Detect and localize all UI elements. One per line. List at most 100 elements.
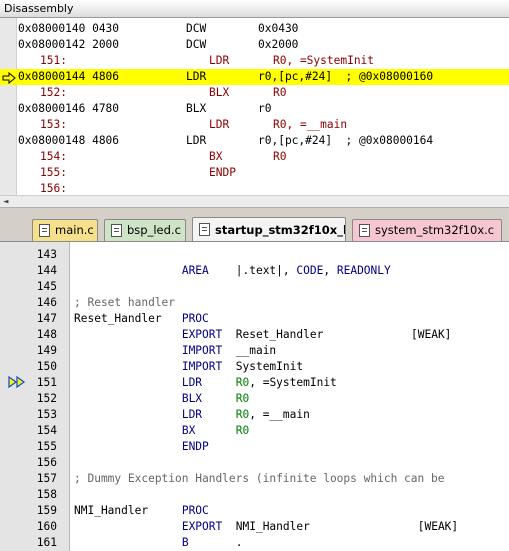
code-line[interactable]: 151 LDR R0, =SystemInit (0, 375, 509, 391)
code-token: NMI_Handler (74, 504, 149, 517)
code-line[interactable]: 154 BX R0 (0, 423, 509, 439)
file-icon (39, 224, 50, 237)
disassembly-text: BLX (186, 102, 207, 115)
disassembly-text: 0x0430 (258, 22, 299, 35)
code-token: AREA (181, 264, 209, 277)
tab-label: startup_stm32f10x_hd.s (215, 223, 345, 237)
disassembly-horizontal-scrollbar[interactable]: ◄ (0, 195, 509, 207)
code-token: PROC (181, 504, 209, 517)
disassembly-text: DCW (186, 22, 207, 35)
code-token: ; Dummy Exception Handlers (infinite loo… (74, 472, 445, 485)
line-number: 143 (36, 248, 57, 261)
code-line[interactable]: 159 NMI_Handler PROC (0, 503, 509, 519)
disassembly-text: R0, =__main (273, 118, 348, 131)
code-line[interactable]: 143 (0, 247, 509, 263)
line-number: 153 (36, 408, 57, 421)
tab-main-c[interactable]: main.c (32, 219, 98, 241)
code-token: READONLY (336, 264, 391, 277)
line-number: 149 (36, 344, 57, 357)
line-number: 160 (36, 520, 57, 533)
code-token: ; Reset handler (74, 296, 176, 309)
code-token: [WEAK] (417, 520, 459, 533)
disassembly-text: r0 (258, 102, 272, 115)
tab-bsp-led-c[interactable]: bsp_led.c (104, 219, 186, 241)
code-token: EXPORT (181, 328, 223, 341)
disassembly-source-line[interactable]: 155: ENDP (0, 165, 509, 181)
disassembly-instruction-line[interactable]: 0x08000142 2000 DCW 0x2000 (0, 37, 509, 53)
line-number: 159 (36, 504, 57, 517)
disassembly-current-line[interactable]: 0x08000144 4806 LDR r0,[pc,#24] ; @0x08000… (0, 69, 509, 85)
tab-system-stm32f10x-c[interactable]: system_stm32f10x.c (352, 219, 502, 241)
code-line[interactable]: 158 (0, 487, 509, 503)
disassembly-instruction-line[interactable]: 0x08000146 4780 BLX r0 (0, 101, 509, 117)
line-number: 154 (36, 424, 57, 437)
code-token: CODE (296, 264, 324, 277)
code-line[interactable]: 145 (0, 279, 509, 295)
disassembly-source-line[interactable]: 154: BX R0 (0, 149, 509, 165)
code-line[interactable]: 155 ENDP (0, 439, 509, 455)
disassembly-pane[interactable]: 0x08000140 0430 DCW 0x0430 0x08000142 2000 D… (0, 18, 509, 195)
disassembly-text: ENDP (209, 166, 236, 179)
code-token: R0 (235, 376, 250, 389)
disassembly-text: R0, =SystemInit (273, 54, 375, 67)
code-line[interactable]: 144 AREA |.text|, CODE, READONLY (0, 263, 509, 279)
code-editor[interactable]: 143 144 AREA |.text|, CODE, READONLY 145 146;… (0, 241, 509, 551)
tab-label: main.c (55, 223, 94, 237)
disassembly-text: BX (209, 150, 223, 163)
line-number: 144 (36, 264, 57, 277)
code-line[interactable]: 150 IMPORT SystemInit (0, 359, 509, 375)
line-number: 156 (36, 456, 57, 469)
disassembly-text: 153: (40, 118, 67, 131)
code-line[interactable]: 146 ; Reset handler (0, 295, 509, 311)
line-number: 151 (36, 376, 57, 389)
disassembly-text: LDR (186, 134, 207, 147)
code-line[interactable]: 153 LDR R0, =__main (0, 407, 509, 423)
code-line[interactable]: 149 IMPORT __main (0, 343, 509, 359)
code-token: IMPORT (181, 360, 223, 373)
disassembly-text: LDR (186, 70, 207, 83)
tab-startup-stm32f10x-hd-s[interactable]: startup_stm32f10x_hd.s (192, 217, 346, 242)
code-token: . (235, 536, 243, 549)
code-token: ENDP (181, 440, 209, 453)
disassembly-title-bar: Disassembly (0, 0, 509, 18)
code-token: [WEAK] (411, 328, 452, 341)
code-line[interactable]: 157 ; Dummy Exception Handlers (infinite … (0, 471, 509, 487)
code-token: NMI_Handler (235, 520, 310, 533)
disassembly-source-line[interactable]: 153: LDR R0, =__main (0, 117, 509, 133)
line-number: 145 (36, 280, 57, 293)
current-instruction-arrow-icon (2, 72, 16, 84)
file-icon (199, 223, 210, 236)
tab-label: bsp_led.c (127, 223, 181, 237)
code-line[interactable]: 148 EXPORT Reset_Handler [WEAK] (0, 327, 509, 343)
disassembly-text: LDR (209, 54, 230, 67)
code-line[interactable]: 147 Reset_Handler PROC (0, 311, 509, 327)
disassembly-source-line[interactable]: 152: BLX R0 (0, 85, 509, 101)
code-token: Reset_Handler (235, 328, 324, 341)
code-line[interactable]: 160 EXPORT NMI_Handler [WEAK] (0, 519, 509, 535)
code-token: B (181, 536, 189, 549)
file-icon (111, 224, 122, 237)
line-number: 147 (36, 312, 57, 325)
disassembly-text: 0x08000146 4780 (18, 102, 120, 115)
disassembly-instruction-line[interactable]: 0x08000140 0430 DCW 0x0430 (0, 21, 509, 37)
code-token: BX (181, 424, 196, 437)
line-number: 150 (36, 360, 57, 373)
code-line[interactable]: 156 (0, 455, 509, 471)
line-number: 146 (36, 296, 57, 309)
code-line[interactable]: 152 BLX R0 (0, 391, 509, 407)
code-token: R0 (235, 408, 250, 421)
disassembly-text: r0,[pc,#24] ; @0x08000160 (258, 70, 434, 83)
code-token: |.text|, (235, 264, 297, 277)
disassembly-instruction-line[interactable]: 0x08000148 4806 LDR r0,[pc,#24] ; @0x08000… (0, 133, 509, 149)
code-token: PROC (181, 312, 209, 325)
editor-tab-bar: main.c bsp_led.c startup_stm32f10x_hd.s sys… (0, 207, 509, 242)
disassembly-text: 151: (40, 54, 67, 67)
disassembly-source-line[interactable]: 151: LDR R0, =SystemInit (0, 53, 509, 69)
disassembly-title: Disassembly (4, 2, 74, 15)
disassembly-text: 0x08000148 4806 (18, 134, 120, 147)
scroll-left-icon[interactable]: ◄ (3, 197, 8, 207)
disassembly-text: 154: (40, 150, 67, 163)
disassembly-text: BLX (209, 86, 230, 99)
code-token: EXPORT (181, 520, 223, 533)
code-line[interactable]: 161 B. (0, 535, 509, 551)
